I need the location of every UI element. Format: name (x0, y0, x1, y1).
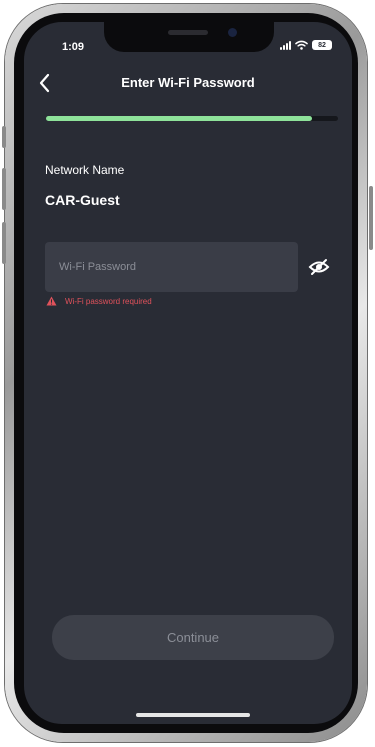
notch (104, 22, 274, 52)
progress-bar (46, 116, 338, 121)
wifi-icon (295, 40, 308, 50)
progress-fill (46, 116, 312, 121)
warning-triangle-icon (46, 296, 57, 306)
page-title: Enter Wi-Fi Password (121, 75, 255, 90)
home-indicator[interactable] (136, 713, 250, 717)
continue-button[interactable]: Continue (52, 615, 334, 660)
screen: 1:09 82 Enter Wi-Fi Password Network Nam… (24, 22, 352, 724)
power-button (369, 186, 373, 250)
network-name-label: Network Name (45, 163, 125, 177)
network-name-value: CAR-Guest (45, 192, 120, 208)
wifi-password-input[interactable] (45, 242, 298, 292)
status-icons: 82 (280, 40, 332, 50)
battery-icon: 82 (312, 40, 332, 50)
volume-up-button (2, 168, 6, 210)
toggle-password-visibility-button[interactable] (308, 258, 330, 276)
header-bar: Enter Wi-Fi Password (24, 66, 352, 100)
password-error: Wi-Fi password required (46, 296, 152, 306)
error-message: Wi-Fi password required (65, 296, 152, 306)
status-time: 1:09 (62, 41, 85, 53)
silent-switch (2, 126, 6, 148)
speaker (168, 30, 208, 35)
volume-down-button (2, 222, 6, 264)
front-camera (228, 28, 237, 37)
eye-slash-icon (308, 259, 330, 275)
signal-icon (280, 40, 291, 50)
